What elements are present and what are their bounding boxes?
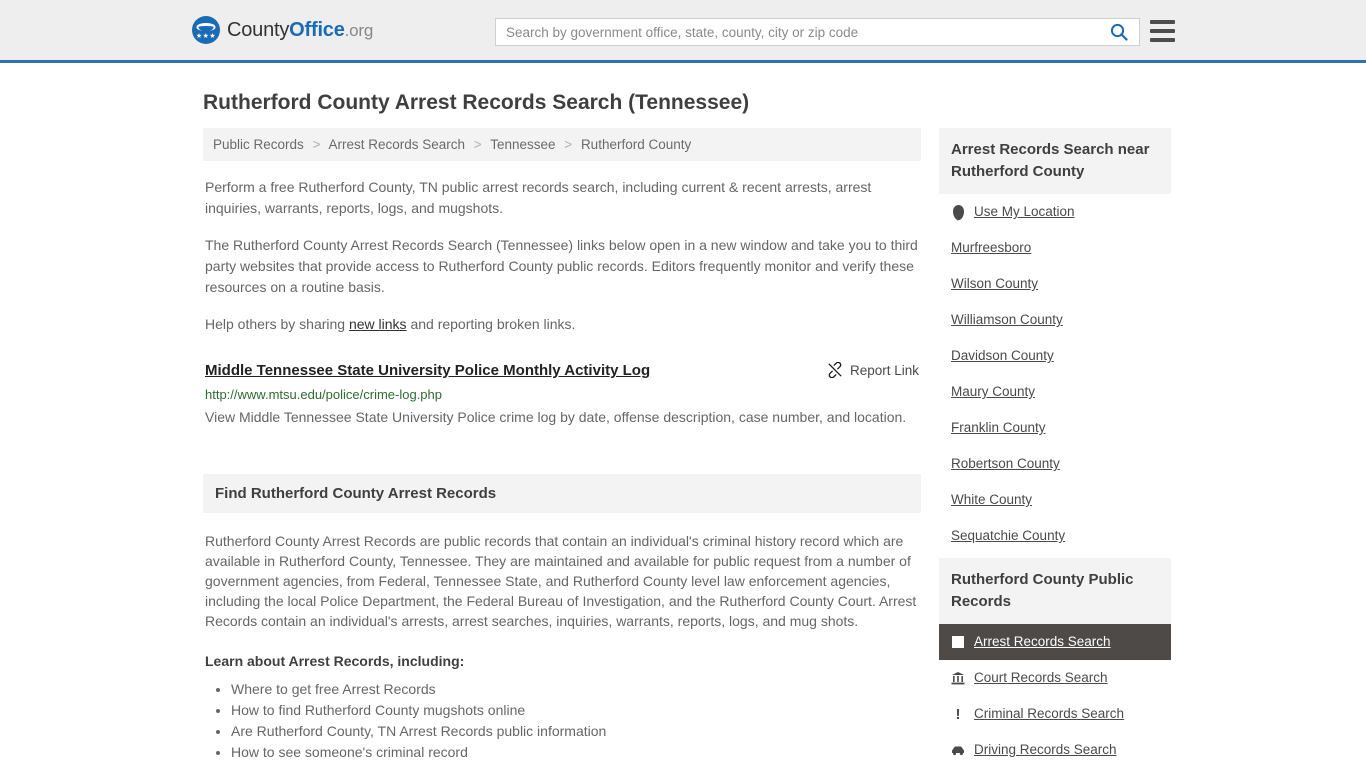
find-records-paragraph: Rutherford County Arrest Records are pub… (205, 533, 917, 629)
fingerprint-icon (951, 634, 965, 650)
sidebar-item-sequatchie-county[interactable]: Sequatchie County (939, 518, 1171, 554)
hamburger-bar (1150, 29, 1175, 33)
sidebar-item-label[interactable]: White County (951, 491, 1032, 509)
public-records-list: Arrest Records Search Court Records Sear… (939, 624, 1171, 768)
sidebar-item-court-records-search[interactable]: Court Records Search (939, 660, 1171, 696)
brand-text: CountyOffice.org (227, 19, 373, 42)
breadcrumb-item-rutherford-county[interactable]: Rutherford County (581, 137, 691, 152)
sidebar-item-franklin-county[interactable]: Franklin County (939, 410, 1171, 446)
intro-paragraph-1: Perform a free Rutherford County, TN pub… (205, 179, 872, 216)
page-title: Rutherford County Arrest Records Search … (203, 91, 750, 114)
breadcrumb-item-arrest-records-search[interactable]: Arrest Records Search (328, 137, 465, 152)
sidebar-item-robertson-county[interactable]: Robertson County (939, 446, 1171, 482)
sidebar-item-label[interactable]: Franklin County (951, 419, 1046, 437)
sidebar-item-label[interactable]: Court Records Search (974, 669, 1108, 687)
list-item: Where to get free Arrest Records (231, 679, 919, 699)
learn-about-list: Where to get free Arrest Records How to … (205, 679, 919, 768)
sidebar-item-maury-county[interactable]: Maury County (939, 374, 1171, 410)
eagle-emblem-icon: ★★★ (192, 16, 220, 44)
intro-paragraph-2: The Rutherford County Arrest Records Sea… (205, 237, 918, 295)
sidebar-item-label[interactable]: Davidson County (951, 347, 1054, 365)
public-records-box: Rutherford County Public Records Arrest … (939, 558, 1171, 768)
public-records-heading: Rutherford County Public Records (939, 558, 1171, 624)
sidebar-item-label[interactable]: Murfreesboro (951, 239, 1031, 257)
intro-paragraph-3: Help others by sharing new links and rep… (205, 314, 919, 335)
breadcrumb-separator: > (312, 137, 321, 152)
page-body: Public Records > Arrest Records Search >… (0, 128, 1366, 768)
sidebar-item-arrest-records-search[interactable]: Arrest Records Search (939, 624, 1171, 660)
sidebar-item-label[interactable]: Robertson County (951, 455, 1060, 473)
stars-glyph: ★★★ (195, 33, 217, 40)
result-title-link[interactable]: Middle Tennessee State University Police… (205, 361, 650, 381)
share-text-before: Help others by sharing (205, 316, 349, 332)
find-records-body: Rutherford County Arrest Records are pub… (203, 531, 921, 768)
result-url[interactable]: http://www.mtsu.edu/police/crime-log.php (205, 386, 919, 403)
sidebar-item-driving-records-search[interactable]: Driving Records Search (939, 732, 1171, 768)
sidebar-item-wilson-county[interactable]: Wilson County (939, 266, 1171, 302)
find-records-heading: Find Rutherford County Arrest Records (203, 474, 921, 513)
sidebar-item-use-my-location[interactable]: Use My Location (939, 194, 1171, 230)
sidebar-item-williamson-county[interactable]: Williamson County (939, 302, 1171, 338)
list-item: How to see someone's criminal record (231, 742, 919, 762)
sidebar-item-white-county[interactable]: White County (939, 482, 1171, 518)
brand-part-office: Office (289, 18, 345, 41)
site-header: ★★★ CountyOffice.org (0, 0, 1366, 63)
sidebar-item-label[interactable]: Criminal Records Search (974, 705, 1124, 723)
learn-about-heading: Learn about Arrest Records, including: (205, 653, 465, 669)
sidebar: Arrest Records Search near Rutherford Co… (939, 128, 1171, 768)
search-icon (1110, 23, 1128, 41)
sidebar-item-label[interactable]: Maury County (951, 383, 1035, 401)
sidebar-item-label[interactable]: Wilson County (951, 275, 1038, 293)
search-input[interactable] (496, 24, 1099, 40)
result-item: Middle Tennessee State University Police… (203, 361, 921, 430)
near-locations-list: Use My Location Murfreesboro Wilson Coun… (939, 194, 1171, 554)
breadcrumb-item-public-records[interactable]: Public Records (213, 137, 304, 152)
report-link-button[interactable]: Report Link (827, 361, 919, 378)
list-item: Are Rutherford County, TN Arrest Records… (231, 721, 919, 741)
sidebar-item-label[interactable]: Driving Records Search (974, 741, 1117, 759)
hamburger-bar (1150, 20, 1175, 24)
sidebar-item-davidson-county[interactable]: Davidson County (939, 338, 1171, 374)
site-logo[interactable]: ★★★ CountyOffice.org (192, 16, 373, 44)
sidebar-item-criminal-records-search[interactable]: ! Criminal Records Search (939, 696, 1171, 732)
courthouse-icon (951, 670, 965, 686)
breadcrumb-separator: > (473, 137, 482, 152)
list-item: How to find Rutherford County mugshots o… (231, 700, 919, 720)
breadcrumb-separator: > (564, 137, 573, 152)
result-description: View Middle Tennessee State University P… (205, 409, 907, 425)
hamburger-bar (1150, 38, 1175, 42)
sidebar-item-murfreesboro[interactable]: Murfreesboro (939, 230, 1171, 266)
brand-part-tld: .org (344, 20, 374, 40)
sidebar-item-label[interactable]: Williamson County (951, 311, 1063, 329)
new-links-link[interactable]: new links (349, 316, 407, 332)
sidebar-item-label[interactable]: Sequatchie County (951, 527, 1065, 545)
exclamation-icon: ! (955, 705, 961, 723)
search-bar (495, 18, 1140, 46)
sidebar-item-label[interactable]: Use My Location (974, 203, 1075, 221)
map-pin-icon (951, 204, 965, 220)
near-locations-box: Arrest Records Search near Rutherford Co… (939, 128, 1171, 554)
list-item: What information is available in an Arre… (231, 763, 919, 768)
intro-section: Perform a free Rutherford County, TN pub… (203, 177, 921, 335)
search-button[interactable] (1099, 19, 1139, 45)
sidebar-item-label[interactable]: Arrest Records Search (974, 633, 1111, 651)
menu-button[interactable] (1150, 20, 1175, 42)
brand-part-county: County (227, 18, 290, 41)
breadcrumb-item-tennessee[interactable]: Tennessee (490, 137, 555, 152)
main-column: Public Records > Arrest Records Search >… (203, 128, 921, 768)
result-header-row: Middle Tennessee State University Police… (205, 361, 919, 381)
share-text-after: and reporting broken links. (406, 316, 576, 332)
breadcrumb: Public Records > Arrest Records Search >… (203, 128, 921, 161)
broken-link-icon (828, 362, 842, 378)
report-link-label: Report Link (849, 362, 919, 378)
car-icon (951, 742, 965, 758)
near-locations-heading: Arrest Records Search near Rutherford Co… (939, 128, 1171, 194)
